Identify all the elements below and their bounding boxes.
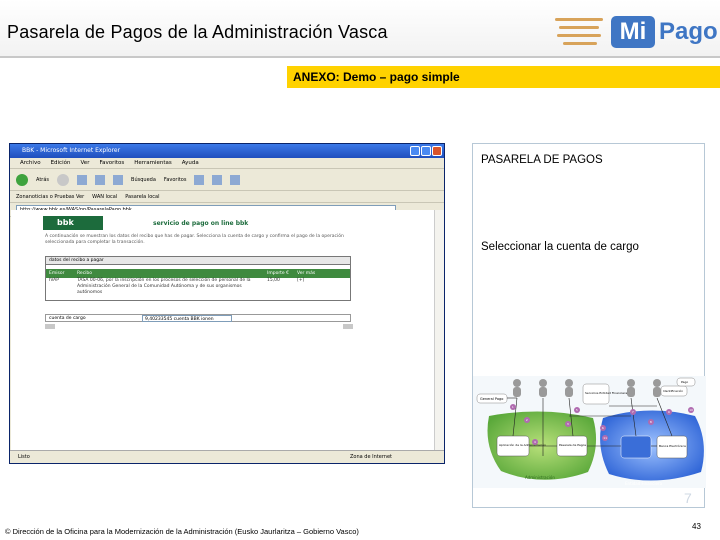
- menu-item: Favoritos: [99, 160, 125, 166]
- right-info-panel: PASARELA DE PAGOS Seleccionar la cuenta …: [472, 143, 706, 508]
- receipt-header-row: Emisor Recibo Importe € Ver más: [46, 269, 350, 278]
- status-zone: Zona de Internet: [350, 454, 392, 460]
- browser-scrollbar: [434, 210, 444, 451]
- favorites-label: Favoritos: [163, 176, 187, 183]
- receipt-header-cell: Ver más: [297, 271, 316, 276]
- receipt-header-cell: Recibo: [77, 271, 93, 276]
- close-icon: [432, 146, 442, 156]
- banca-label: Banca Electrónica: [659, 444, 686, 448]
- receipt-header-cell: Importe €: [267, 271, 289, 276]
- menu-item: Archivo: [20, 160, 41, 166]
- browser-title-bar: BBK - Microsoft Internet Explorer: [10, 144, 444, 158]
- general-pago-label: General Pago: [480, 397, 503, 401]
- history-icon: [194, 174, 205, 185]
- bank-intro-text: A continuación se muestran los datos del…: [45, 234, 344, 245]
- logo-pago: Pago: [659, 18, 718, 45]
- receipt-cell: TASA 00-06, por la inscripción en los pr…: [77, 278, 251, 295]
- step-badge: 1: [512, 405, 514, 409]
- identification-label: Identificación: [663, 389, 683, 393]
- pasarela-label: Pasarela de Pagos: [559, 443, 587, 447]
- browser-status-bar: Listo Zona de Internet: [10, 450, 444, 463]
- print-icon: [230, 174, 241, 185]
- logo-mi: Mi: [611, 16, 655, 48]
- step-badge: 3: [567, 422, 569, 426]
- mail-icon: [212, 174, 223, 185]
- top-banner: Pasarela de Pagos de la Administración V…: [0, 0, 720, 58]
- status-text: Listo: [18, 454, 30, 460]
- continue-button: [343, 324, 353, 329]
- browser-title: BBK - Microsoft Internet Explorer: [22, 147, 121, 154]
- forward-icon: [57, 173, 70, 186]
- step-badge: 2: [526, 418, 528, 422]
- payment-flow-diagram: General Pago Servicios Entidad Financier…: [473, 376, 706, 488]
- step-badge: 8: [650, 420, 652, 424]
- receipt-row: IVAP TASA 00-06, por la inscripción en l…: [46, 278, 350, 296]
- pago-label: Pago: [681, 380, 688, 384]
- banca-box: [620, 435, 652, 459]
- admin-zone-label: Administración: [525, 475, 555, 480]
- receipt-cell: IVAP: [49, 278, 59, 283]
- page-title: Pasarela de Pagos de la Administración V…: [7, 22, 388, 42]
- services-label: Servicios Entidad Financiera: [585, 391, 627, 395]
- step-badge: 11: [603, 436, 607, 440]
- receipt-cell: 15,00: [267, 278, 280, 283]
- step-number: 7: [684, 490, 692, 506]
- step-badge: 4: [534, 440, 536, 444]
- panel-title: PASARELA DE PAGOS: [481, 154, 603, 166]
- account-select: 9,40233545 cuenta BBK ionen: [142, 315, 232, 322]
- menu-item: Ver: [80, 160, 90, 166]
- menu-item: Herramientas: [134, 160, 172, 166]
- search-label: Búsqueda: [131, 176, 156, 183]
- bank-heading: servicio de pago on line bbk: [153, 220, 249, 227]
- back-button: [45, 324, 55, 329]
- page-number: 43: [692, 522, 701, 531]
- back-label: Atrás: [36, 176, 50, 183]
- home-icon: [113, 174, 124, 185]
- account-label: cuenta de cargo: [49, 316, 86, 321]
- mipago-logo: Mi Pago: [555, 12, 718, 52]
- refresh-icon: [95, 174, 106, 185]
- browser-menu-bar: Archivo Edición Ver Favoritos Herramient…: [10, 158, 444, 169]
- stop-icon: [77, 174, 88, 185]
- step-badge: 10: [689, 408, 693, 412]
- account-row: cuenta de cargo 9,40233545 cuenta BBK io…: [45, 314, 351, 322]
- browser-page-content: bbk servicio de pago on line bbk A conti…: [11, 210, 435, 451]
- receipt-box: datos del recibo a pagar Emisor Recibo I…: [45, 256, 351, 301]
- minimize-icon: [410, 146, 420, 156]
- step-badge: 9: [668, 410, 670, 414]
- step-badge: 5: [576, 408, 578, 412]
- back-icon: [16, 173, 28, 186]
- receipt-title: datos del recibo a pagar: [46, 257, 350, 265]
- maximize-icon: [421, 146, 431, 156]
- receipt-header-cell: Emisor: [49, 271, 65, 276]
- window-controls: [410, 146, 442, 156]
- panel-subtitle: Seleccionar la cuenta de cargo: [481, 241, 639, 253]
- step-badge: 7: [632, 410, 634, 414]
- bbk-logo: bbk: [43, 216, 103, 230]
- app-label: Aplicación de la Administración: [499, 443, 546, 447]
- menu-item: Edición: [50, 160, 71, 166]
- section-bar: ANEXO: Demo – pago simple: [287, 66, 720, 88]
- browser-window-screenshot: BBK - Microsoft Internet Explorer Archiv…: [9, 143, 445, 464]
- link-item: WAN local: [92, 194, 118, 200]
- link-item: Zonanoticias o Pruebas Ver: [16, 194, 85, 200]
- browser-toolbar: Atrás Búsqueda Favoritos: [10, 169, 444, 191]
- receipt-cell: [+]: [297, 278, 305, 283]
- link-item: Pasarela local: [125, 194, 160, 200]
- step-badge: 6: [602, 426, 604, 430]
- bank-zone-label: Entidad Financiera: [625, 481, 663, 486]
- receipt-header-cell: [177, 269, 267, 278]
- footer-copyright: © Dirección de la Oficina para la Modern…: [5, 527, 359, 536]
- browser-links-bar: Zonanoticias o Pruebas Ver WAN local Pas…: [10, 191, 444, 203]
- menu-item: Ayuda: [181, 160, 199, 166]
